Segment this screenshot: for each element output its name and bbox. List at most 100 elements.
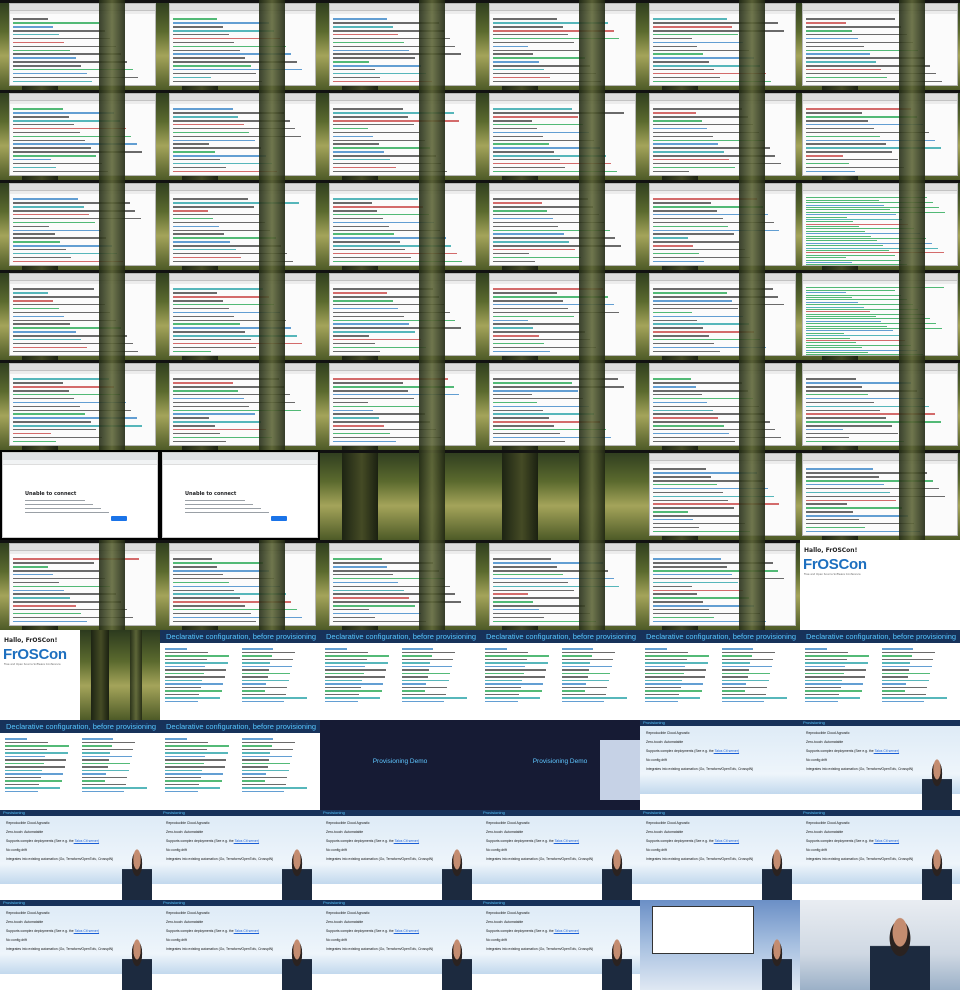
thumbnail[interactable]: Provisioning Reproducible Cloud Agnostic Z…	[160, 900, 320, 990]
thumbnail[interactable]	[320, 540, 480, 630]
thumbnail[interactable]	[480, 270, 640, 360]
thumbnail[interactable]	[800, 180, 960, 270]
terminal-window[interactable]	[649, 183, 796, 266]
link-text[interactable]: Talos Ctl server)	[555, 839, 580, 843]
thumbnail[interactable]	[160, 270, 320, 360]
thumbnail[interactable]	[640, 180, 800, 270]
link-text[interactable]: Talos Ctl server)	[715, 749, 740, 753]
thumbnail[interactable]	[640, 450, 800, 540]
terminal-window[interactable]	[169, 273, 316, 356]
thumbnail[interactable]: Declarative configuration, before provis…	[800, 630, 960, 720]
terminal-window[interactable]	[329, 273, 476, 356]
thumbnail[interactable]: Declarative configuration, before provis…	[160, 720, 320, 810]
thumbnail[interactable]	[640, 360, 800, 450]
thumbnail[interactable]: Provisioning Reproducible Cloud Agnostic Z…	[800, 810, 960, 900]
thumbnail[interactable]	[320, 450, 480, 540]
thumbnail[interactable]: Hallo, FrOSCon! FrOSCon Free and Open Sour…	[0, 630, 80, 720]
thumbnail[interactable]: Provisioning Reproducible Cloud Agnostic Z…	[480, 900, 640, 990]
terminal-window[interactable]	[802, 453, 958, 536]
thumbnail[interactable]: Provisioning Reproducible Cloud Agnostic Z…	[800, 720, 960, 810]
thumbnail[interactable]: Provisioning Reproducible Cloud Agnostic Z…	[0, 900, 160, 990]
terminal-window[interactable]	[489, 273, 636, 356]
talos-link[interactable]: Talos Ctl server)	[394, 929, 420, 933]
terminal-window[interactable]	[649, 273, 796, 356]
try-again-button[interactable]	[111, 516, 127, 521]
thumbnail[interactable]	[800, 90, 960, 180]
thumbnail[interactable]: Provisioning Reproducible Cloud Agnostic Z…	[640, 720, 800, 810]
thumbnail[interactable]	[800, 360, 960, 450]
thumbnail[interactable]: Declarative configuration, before provis…	[320, 630, 480, 720]
terminal-window[interactable]	[649, 543, 796, 626]
thumbnail[interactable]: Provisioning Reproducible Cloud Agnostic Z…	[160, 810, 320, 900]
thumbnail[interactable]	[0, 90, 160, 180]
link-text[interactable]: Talos Ctl server)	[395, 839, 420, 843]
thumbnail[interactable]: Provisioning Reproducible Cloud Agnostic Z…	[320, 810, 480, 900]
thumbnail[interactable]	[800, 900, 960, 990]
thumbnail[interactable]	[480, 450, 640, 540]
terminal-window[interactable]	[802, 3, 958, 86]
terminal-window[interactable]	[169, 183, 316, 266]
talos-link[interactable]: Talos Ctl server)	[714, 749, 740, 753]
thumbnail[interactable]: Declarative configuration, before provis…	[0, 720, 160, 810]
thumbnail[interactable]	[640, 540, 800, 630]
thumbnail[interactable]: Unable to connect	[160, 450, 320, 540]
terminal-window[interactable]	[329, 3, 476, 86]
talos-link[interactable]: Talos Ctl server)	[234, 839, 260, 843]
terminal-window[interactable]	[9, 93, 156, 176]
thumbnail[interactable]	[480, 540, 640, 630]
link-text[interactable]: Talos Ctl server)	[235, 929, 260, 933]
thumbnail[interactable]	[320, 90, 480, 180]
terminal-window[interactable]	[329, 93, 476, 176]
terminal-window[interactable]	[802, 183, 958, 266]
terminal-window[interactable]	[802, 273, 958, 356]
link-text[interactable]: Talos Ctl server)	[75, 839, 100, 843]
thumbnail[interactable]	[160, 0, 320, 90]
terminal-window[interactable]	[329, 363, 476, 446]
thumbnail[interactable]	[80, 630, 160, 720]
browser-window[interactable]: Unable to connect	[2, 452, 158, 538]
thumbnail[interactable]	[0, 0, 160, 90]
talos-link[interactable]: Talos Ctl server)	[554, 839, 580, 843]
terminal-window[interactable]	[329, 183, 476, 266]
browser-tab-strip[interactable]	[3, 453, 157, 460]
talos-link[interactable]: Talos Ctl server)	[714, 839, 740, 843]
thumbnail[interactable]: Provisioning Reproducible Cloud Agnostic Z…	[640, 810, 800, 900]
thumbnail[interactable]	[0, 360, 160, 450]
thumbnail[interactable]	[160, 360, 320, 450]
try-again-button[interactable]	[271, 516, 287, 521]
terminal-window[interactable]	[802, 363, 958, 446]
thumbnail[interactable]: Provisioning Reproducible Cloud Agnostic Z…	[480, 810, 640, 900]
thumbnail[interactable]	[800, 0, 960, 90]
link-text[interactable]: Talos Ctl server)	[395, 929, 420, 933]
thumbnail[interactable]	[160, 180, 320, 270]
terminal-window[interactable]	[9, 3, 156, 86]
terminal-window[interactable]	[329, 543, 476, 626]
link-text[interactable]: Talos Ctl server)	[75, 929, 100, 933]
talos-link[interactable]: Talos Ctl server)	[74, 929, 100, 933]
thumbnail[interactable]	[640, 270, 800, 360]
thumbnail[interactable]	[640, 900, 800, 990]
terminal-window[interactable]	[9, 183, 156, 266]
thumbnail[interactable]	[640, 90, 800, 180]
thumbnail[interactable]: Provisioning Reproducible Cloud Agnostic Z…	[320, 900, 480, 990]
link-text[interactable]: Talos Ctl server)	[555, 929, 580, 933]
talos-link[interactable]: Talos Ctl server)	[74, 839, 100, 843]
thumbnail[interactable]: Provisioning Demo	[480, 720, 640, 810]
terminal-window[interactable]	[649, 93, 796, 176]
thumbnail[interactable]	[160, 540, 320, 630]
talos-link[interactable]: Talos Ctl server)	[874, 839, 900, 843]
terminal-window[interactable]	[169, 93, 316, 176]
terminal-window[interactable]	[9, 543, 156, 626]
terminal-window[interactable]	[489, 183, 636, 266]
link-text[interactable]: Talos Ctl server)	[235, 839, 260, 843]
talos-link[interactable]: Talos Ctl server)	[394, 839, 420, 843]
link-text[interactable]: Talos Ctl server)	[875, 749, 900, 753]
terminal-window[interactable]	[649, 3, 796, 86]
link-text[interactable]: Talos Ctl server)	[875, 839, 900, 843]
thumbnail[interactable]	[320, 270, 480, 360]
thumbnail[interactable]	[800, 450, 960, 540]
thumbnail[interactable]: Declarative configuration, before provis…	[480, 630, 640, 720]
terminal-window[interactable]	[9, 273, 156, 356]
talos-link[interactable]: Talos Ctl server)	[554, 929, 580, 933]
thumbnail[interactable]: Hallo, FrOSCon! FrOSCon Free and Open Sour…	[800, 540, 960, 630]
